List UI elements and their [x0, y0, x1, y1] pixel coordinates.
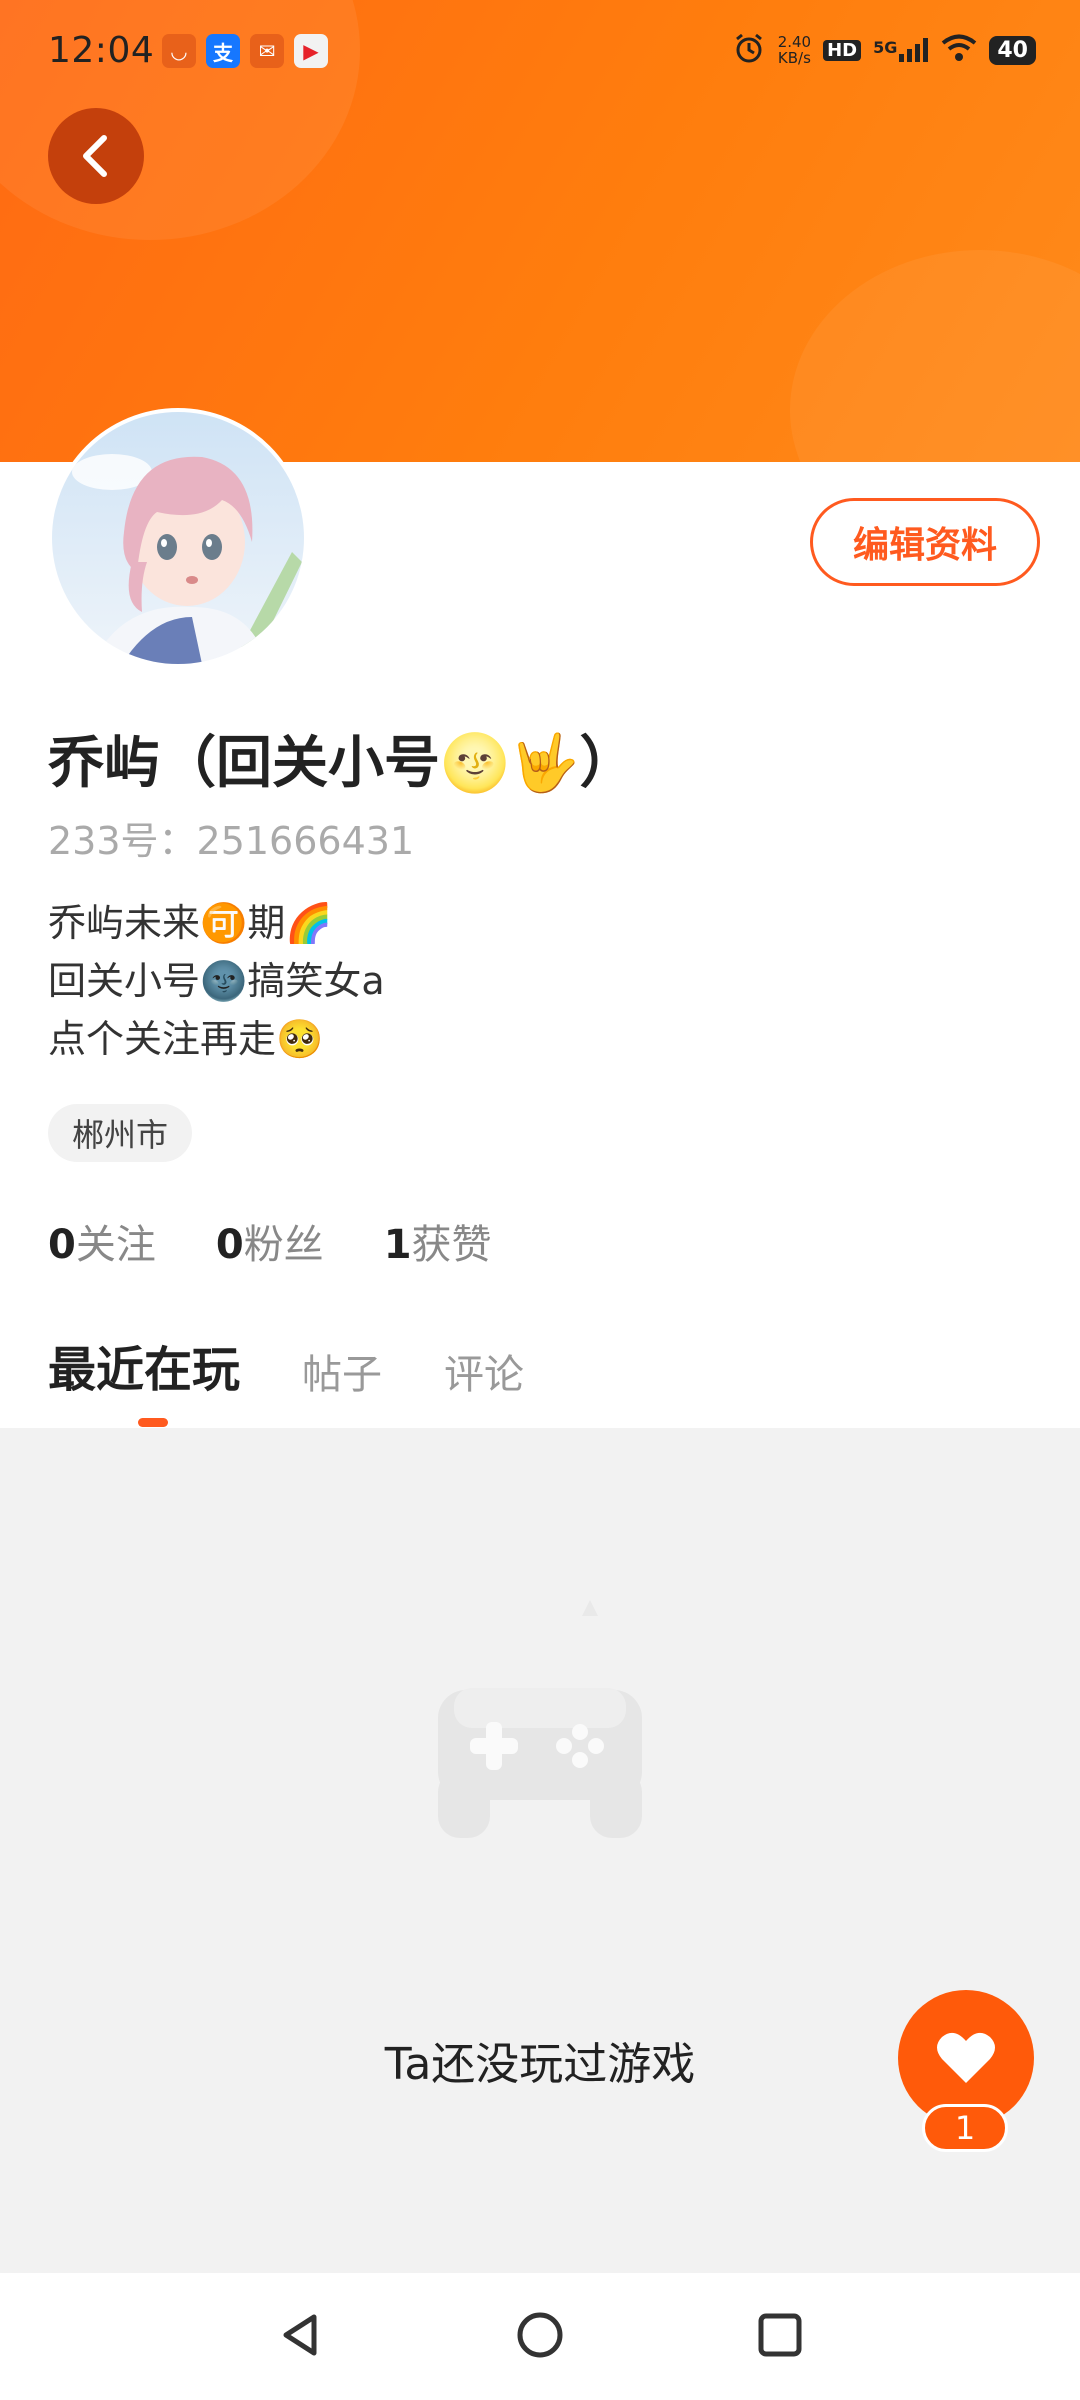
following-count: 0	[48, 1222, 76, 1268]
edit-profile-button[interactable]: 编辑资料	[810, 498, 1040, 586]
profile-bio: 乔屿未来🉑期🌈 回关小号🌚搞笑女a 点个关注再走🥺	[48, 894, 385, 1068]
video-icon: ▶	[294, 34, 328, 68]
cellular-signal: 5G	[873, 38, 929, 62]
avatar[interactable]	[52, 412, 304, 664]
nav-home-button[interactable]	[508, 2303, 572, 2367]
profile-stats: 0关注 0粉丝 1获赞	[48, 1212, 492, 1270]
fans-stat[interactable]: 0粉丝	[216, 1212, 324, 1270]
avatar-image	[52, 412, 304, 664]
mail-icon: ✉	[250, 34, 284, 68]
tab-indicator	[138, 1418, 168, 1427]
nav-back-button[interactable]	[268, 2303, 332, 2367]
hd-badge: HD	[823, 39, 862, 61]
bio-line: 回关小号🌚搞笑女a	[48, 959, 385, 1003]
gamepad-icon	[420, 1580, 660, 1860]
likes-count: 1	[383, 1222, 412, 1268]
signal-icon	[899, 38, 929, 62]
system-nav-bar	[0, 2273, 1080, 2400]
circle-home-icon	[517, 2312, 563, 2358]
fans-label: 粉丝	[243, 1222, 324, 1268]
taobao-icon: ◡	[162, 34, 196, 68]
nav-recents-button[interactable]	[748, 2303, 812, 2367]
net-speed-value: 2.40	[777, 33, 812, 51]
chevron-left-icon	[83, 135, 107, 177]
fans-count: 0	[215, 1222, 244, 1268]
square-recents-icon	[758, 2313, 802, 2357]
tab-posts[interactable]: 帖子	[302, 1342, 382, 1400]
heart-icon	[937, 2032, 995, 2083]
likes-label: 获赞	[411, 1222, 492, 1268]
likes-stat[interactable]: 1获赞	[384, 1212, 492, 1270]
location-tag: 郴州市	[48, 1104, 193, 1162]
network-type: 5G	[873, 38, 898, 57]
alarm-icon	[732, 31, 766, 70]
back-button[interactable]	[48, 108, 144, 204]
profile-uid: 233号：251666431	[48, 819, 415, 863]
profile-tabs: 最近在玩 帖子 评论	[48, 1330, 524, 1400]
following-label: 关注	[75, 1222, 156, 1268]
following-stat[interactable]: 0关注	[48, 1212, 156, 1270]
tab-comments[interactable]: 评论	[444, 1342, 524, 1400]
status-bar: 12:04 ◡ 支 ✉ ▶ 2.40 KB/s HD 5G 40	[0, 0, 1080, 100]
bio-line: 乔屿未来🉑期🌈	[48, 901, 333, 945]
net-speed: 2.40 KB/s	[778, 34, 811, 66]
like-count-badge: 1	[922, 2104, 1008, 2152]
bio-line: 点个关注再走🥺	[48, 1017, 324, 1061]
battery-indicator: 40	[989, 35, 1036, 65]
profile-name: 乔屿（回关小号🌝🤟）	[48, 731, 636, 796]
alipay-icon: 支	[206, 34, 240, 68]
status-indicators: 2.40 KB/s HD 5G 40	[732, 30, 1036, 70]
tab-recently-played[interactable]: 最近在玩	[48, 1330, 240, 1400]
header-decoration	[790, 250, 1080, 462]
triangle-back-icon	[283, 2314, 317, 2356]
net-speed-unit: KB/s	[777, 49, 811, 67]
status-time: 12:04	[48, 30, 155, 71]
profile-header-banner: 12:04 ◡ 支 ✉ ▶ 2.40 KB/s HD 5G 40	[0, 0, 1080, 462]
wifi-icon	[941, 34, 977, 67]
